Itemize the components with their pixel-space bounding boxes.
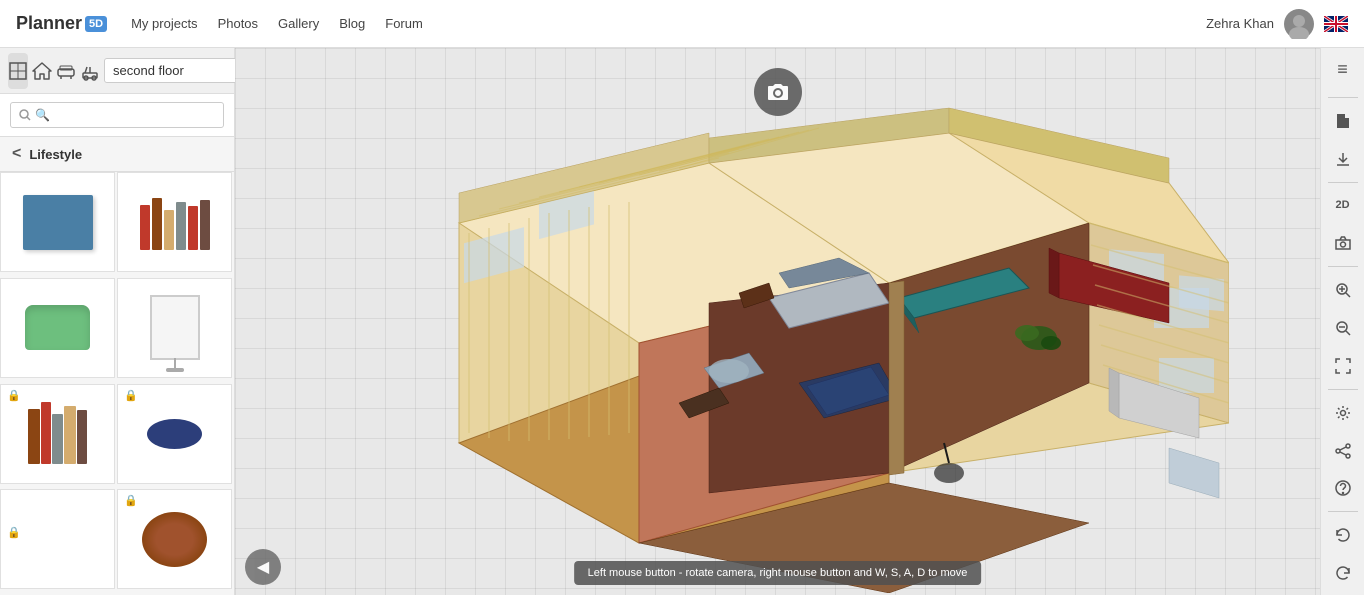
tool-floor-plan[interactable] bbox=[8, 53, 28, 89]
item-whiteboard-visual bbox=[150, 295, 200, 360]
zoom-in-button[interactable] bbox=[1324, 272, 1362, 308]
tool-home[interactable] bbox=[32, 53, 52, 89]
share-button[interactable] bbox=[1324, 433, 1362, 469]
nav-my-projects[interactable]: My projects bbox=[131, 16, 197, 31]
category-header[interactable]: < Lifestyle bbox=[0, 137, 234, 172]
nav-blog[interactable]: Blog bbox=[339, 16, 365, 31]
floor-plan[interactable] bbox=[409, 103, 1229, 593]
camera-button[interactable] bbox=[1324, 225, 1362, 261]
lock-icon: 🔒 bbox=[7, 389, 21, 402]
item-books-stack-visual bbox=[140, 195, 210, 250]
2d-button[interactable]: 2D bbox=[1324, 188, 1362, 224]
tool-items[interactable] bbox=[80, 53, 100, 89]
divider bbox=[1328, 97, 1358, 98]
logo-badge: 5D bbox=[85, 16, 107, 32]
top-nav: Planner 5D My projects Photos Gallery Bl… bbox=[0, 0, 1364, 48]
center-canvas[interactable]: ◀ Left mouse button - rotate camera, rig… bbox=[235, 48, 1320, 595]
download-button[interactable] bbox=[1324, 141, 1362, 177]
floor-label: second floor bbox=[113, 63, 184, 78]
menu-icon: ≡ bbox=[1337, 59, 1348, 80]
lock-icon: 🔒 bbox=[124, 389, 138, 402]
screenshot-button[interactable] bbox=[754, 68, 802, 116]
nav-photos[interactable]: Photos bbox=[218, 16, 258, 31]
undo-button[interactable] bbox=[1324, 517, 1362, 553]
lock-icon: 🔒 bbox=[124, 494, 138, 507]
search-bar bbox=[0, 94, 234, 137]
logo[interactable]: Planner 5D bbox=[16, 13, 107, 34]
tool-furniture[interactable] bbox=[56, 53, 76, 89]
toolbar: second floor ▼ bbox=[0, 48, 234, 94]
zoom-out-button[interactable] bbox=[1324, 310, 1362, 346]
right-sidebar: ≡ 2D bbox=[1320, 48, 1364, 595]
avatar[interactable] bbox=[1284, 9, 1314, 39]
user-name: Zehra Khan bbox=[1206, 16, 1274, 31]
menu-button[interactable]: ≡ bbox=[1324, 52, 1362, 88]
settings-button[interactable] bbox=[1324, 395, 1362, 431]
list-item[interactable]: 🔒 bbox=[117, 384, 232, 484]
2d-label: 2D bbox=[1335, 199, 1349, 211]
fullscreen-button[interactable] bbox=[1324, 348, 1362, 384]
category-label: Lifestyle bbox=[29, 147, 82, 162]
search-input[interactable] bbox=[10, 102, 224, 128]
main-container: second floor ▼ < Lifestyle bbox=[0, 48, 1364, 595]
nav-right: Zehra Khan bbox=[1206, 9, 1348, 39]
redo-button[interactable] bbox=[1324, 555, 1362, 591]
item-book-blue-visual bbox=[23, 195, 93, 250]
lock-icon: 🔒 bbox=[7, 526, 21, 539]
divider bbox=[1328, 511, 1358, 512]
language-flag[interactable] bbox=[1324, 16, 1348, 32]
item-books-tall-visual bbox=[28, 404, 87, 464]
nav-forum[interactable]: Forum bbox=[385, 16, 423, 31]
list-item[interactable]: 🔒 bbox=[0, 384, 115, 484]
left-sidebar: second floor ▼ < Lifestyle bbox=[0, 48, 235, 595]
divider bbox=[1328, 266, 1358, 267]
list-item[interactable] bbox=[117, 172, 232, 272]
logo-text: Planner bbox=[16, 13, 82, 34]
item-pillow-visual bbox=[147, 419, 202, 449]
category-back-arrow[interactable]: < bbox=[12, 145, 21, 163]
list-item[interactable] bbox=[0, 278, 115, 378]
nav-gallery[interactable]: Gallery bbox=[278, 16, 319, 31]
list-item[interactable]: 🔒 bbox=[0, 489, 115, 589]
list-item[interactable] bbox=[117, 278, 232, 378]
divider bbox=[1328, 389, 1358, 390]
items-grid: 🔒 🔒 🔒 🔒 bbox=[0, 172, 234, 595]
files-button[interactable] bbox=[1324, 103, 1362, 139]
divider bbox=[1328, 182, 1358, 183]
back-nav-button[interactable]: ◀ bbox=[245, 549, 281, 585]
back-icon: ◀ bbox=[257, 557, 269, 577]
item-bathtub-visual bbox=[25, 305, 90, 350]
nav-links: My projects Photos Gallery Blog Forum bbox=[131, 16, 1206, 31]
list-item[interactable] bbox=[0, 172, 115, 272]
list-item[interactable]: 🔒 bbox=[117, 489, 232, 589]
help-button[interactable] bbox=[1324, 471, 1362, 507]
item-rug-visual bbox=[142, 512, 207, 567]
